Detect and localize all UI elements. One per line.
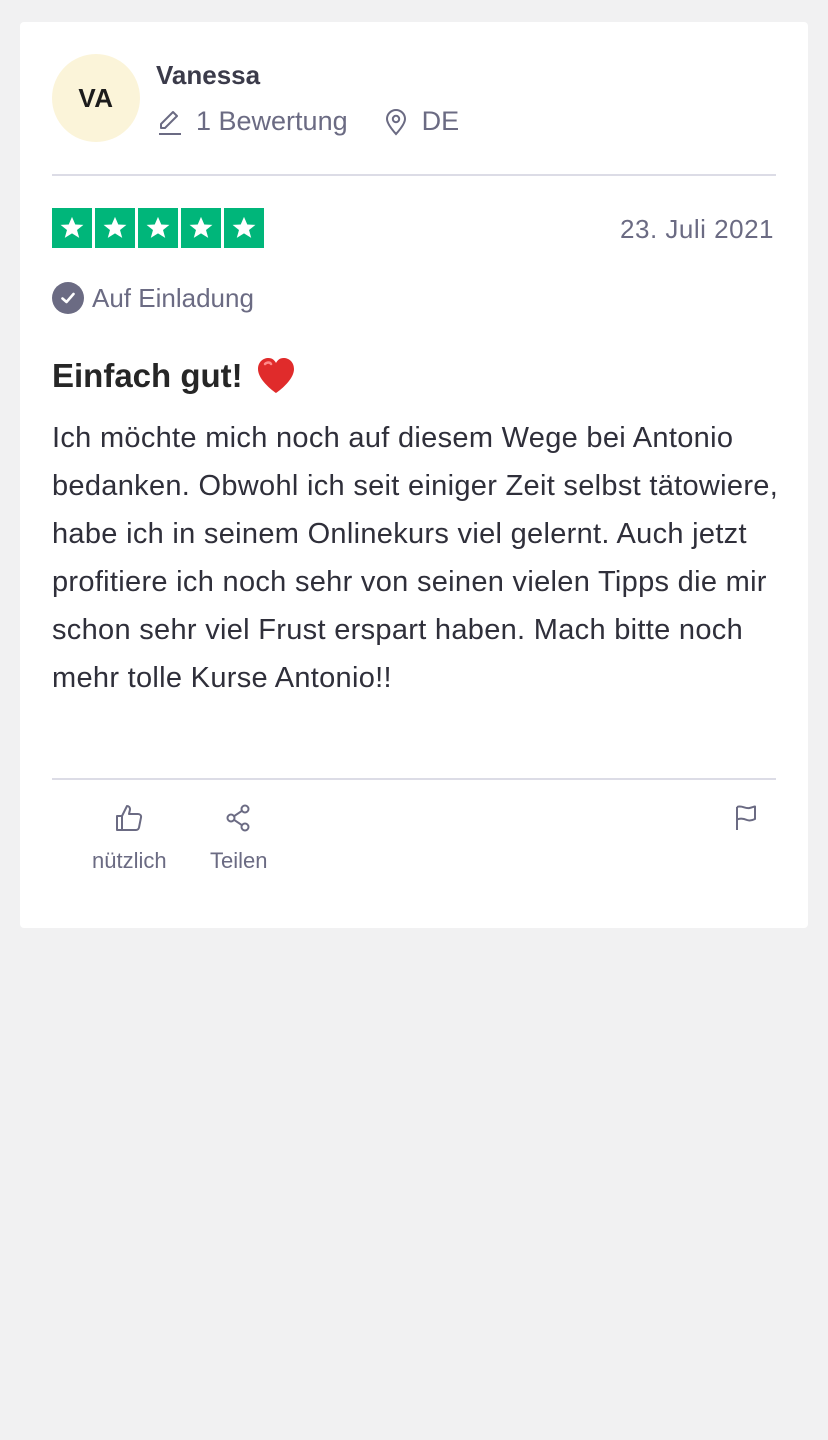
reviewer-country: DE	[382, 106, 460, 137]
star-rating	[52, 208, 264, 248]
review-count-label: 1 Bewertung	[196, 106, 348, 136]
star-icon	[224, 208, 264, 248]
share-label: Teilen	[210, 848, 268, 873]
footer-divider	[52, 778, 776, 780]
verification-label: Auf Einladung	[92, 282, 254, 313]
review-actions: nützlich Teilen	[52, 802, 776, 902]
share-button[interactable]: Teilen	[210, 802, 267, 874]
review-card: VA Vanessa 1 Bewertung DE 23. Juli 2021 …	[20, 22, 808, 928]
useful-label: nützlich	[92, 848, 167, 873]
share-icon	[223, 802, 255, 834]
pencil-icon	[156, 108, 184, 136]
thumbs-up-icon	[113, 802, 145, 834]
heart-icon	[255, 356, 297, 396]
report-button[interactable]	[730, 802, 762, 848]
star-icon	[52, 208, 92, 248]
location-pin-icon	[382, 108, 410, 136]
review-body: Ich möchte mich noch auf diesem Wege bei…	[52, 422, 779, 694]
review-date: 23. Juli 2021	[620, 214, 774, 244]
reviewer-header: VA Vanessa 1 Bewertung DE	[52, 54, 776, 174]
header-divider	[52, 174, 776, 176]
review-title-text: Einfach gut!	[52, 357, 243, 394]
star-icon	[138, 208, 178, 248]
star-icon	[181, 208, 221, 248]
useful-button[interactable]: nützlich	[92, 802, 167, 874]
reviewer-meta: 1 Bewertung DE	[156, 106, 459, 137]
review-count: 1 Bewertung	[156, 106, 348, 137]
avatar[interactable]: VA	[52, 54, 140, 142]
flag-icon	[730, 802, 762, 834]
star-icon	[95, 208, 135, 248]
verification-badge[interactable]: Auf Einladung	[52, 282, 254, 314]
check-circle-icon	[52, 282, 84, 314]
reviewer-name[interactable]: Vanessa	[156, 60, 260, 91]
country-label: DE	[421, 106, 460, 136]
review-title: Einfach gut!	[52, 356, 297, 396]
